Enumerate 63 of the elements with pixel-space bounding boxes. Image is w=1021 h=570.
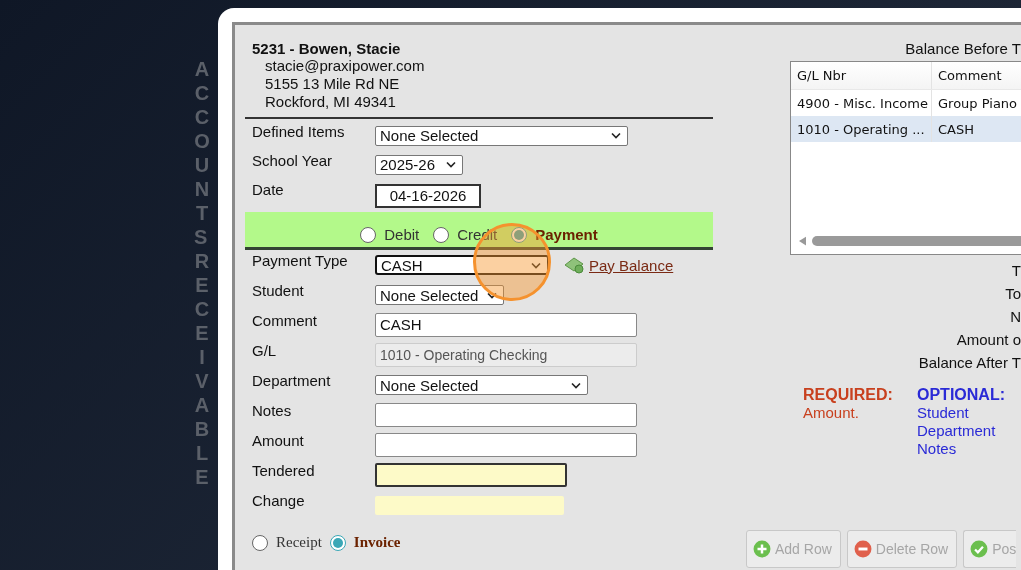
- field-label: Comment: [252, 311, 319, 329]
- field-label: Change: [252, 491, 306, 509]
- money-icon: [563, 256, 585, 274]
- input-field[interactable]: [375, 403, 637, 427]
- input-field[interactable]: CASH: [375, 313, 637, 337]
- chevron-icon: [487, 291, 497, 299]
- field-label: G/L: [252, 341, 278, 359]
- total-label: Balance After T: [917, 353, 1021, 373]
- field-label: Tendered: [252, 461, 316, 479]
- optional-item: Department: [917, 422, 997, 440]
- chevron-icon: [571, 381, 581, 389]
- column-header: G/L Nbr: [791, 62, 932, 89]
- field-label: Department: [252, 371, 332, 389]
- grid-row[interactable]: 1010 - Operating ... CASH: [791, 116, 1021, 142]
- total-label: T: [1010, 261, 1021, 281]
- pay-balance-link[interactable]: Pay Balance: [589, 256, 674, 274]
- input-field[interactable]: [375, 463, 567, 487]
- field-label: Defined Items: [252, 122, 346, 140]
- check-icon: [970, 540, 989, 558]
- field-label: Notes: [252, 401, 293, 419]
- chevron-icon: [611, 132, 621, 139]
- radio-option[interactable]: Invoice: [329, 534, 401, 551]
- required-item: Amount.: [803, 404, 860, 422]
- optional-title: OPTIONAL:: [917, 386, 1005, 404]
- address-line: 5155 13 Mile Rd NE: [264, 75, 401, 93]
- optional-item: Notes: [917, 440, 958, 458]
- dropdown[interactable]: CASH: [375, 255, 549, 275]
- total-label: Amount o: [955, 330, 1021, 350]
- field-label: Payment Type: [252, 251, 349, 269]
- optional-item: Student: [917, 404, 970, 422]
- required-title: REQUIRED:: [803, 386, 894, 404]
- date-field[interactable]: 04-16-2026: [375, 183, 481, 208]
- field-label: Date: [252, 180, 285, 198]
- input-field[interactable]: [375, 433, 637, 457]
- table-cell-text: CASH: [937, 121, 975, 137]
- table-cell: 1010 - Operating ...: [791, 116, 932, 142]
- scroll-left-icon[interactable]: [799, 236, 806, 246]
- dropdown[interactable]: None Selected: [375, 285, 504, 305]
- dropdown[interactable]: 2025-26: [375, 154, 463, 175]
- total-label: To: [1004, 284, 1021, 304]
- radio-option[interactable]: Receipt: [252, 534, 322, 551]
- minus-icon: [853, 540, 872, 558]
- input-field: 1010 - Operating Checking: [375, 343, 637, 367]
- chevron-icon: [531, 261, 541, 269]
- customer-name: 5231 - Bowen, Stacie: [252, 40, 402, 57]
- field-label: Student: [252, 281, 305, 299]
- field-label: School Year: [252, 151, 334, 169]
- scrollbar-thumb[interactable]: [812, 236, 1021, 246]
- dropdown[interactable]: None Selected: [375, 125, 628, 146]
- field-label: Amount: [252, 431, 305, 449]
- chevron-icon: [446, 161, 456, 168]
- section-title: ACCOUNTS RECEIVABLE: [194, 57, 210, 489]
- input-field[interactable]: [375, 495, 564, 515]
- radio-option[interactable]: Debit: [360, 226, 420, 243]
- table-cell-text: Group Piano: [937, 95, 1019, 111]
- plus-icon: [753, 540, 771, 558]
- customer-email: stacie@praxipower.com: [264, 57, 426, 75]
- dropdown[interactable]: None Selected: [375, 375, 588, 395]
- total-label: N: [1009, 307, 1021, 327]
- column-header: Comment: [937, 68, 1003, 83]
- radio-option[interactable]: Payment: [511, 226, 598, 243]
- address-line: Rockford, MI 49341: [264, 93, 397, 111]
- balance-label: Balance Before T: [904, 40, 1021, 58]
